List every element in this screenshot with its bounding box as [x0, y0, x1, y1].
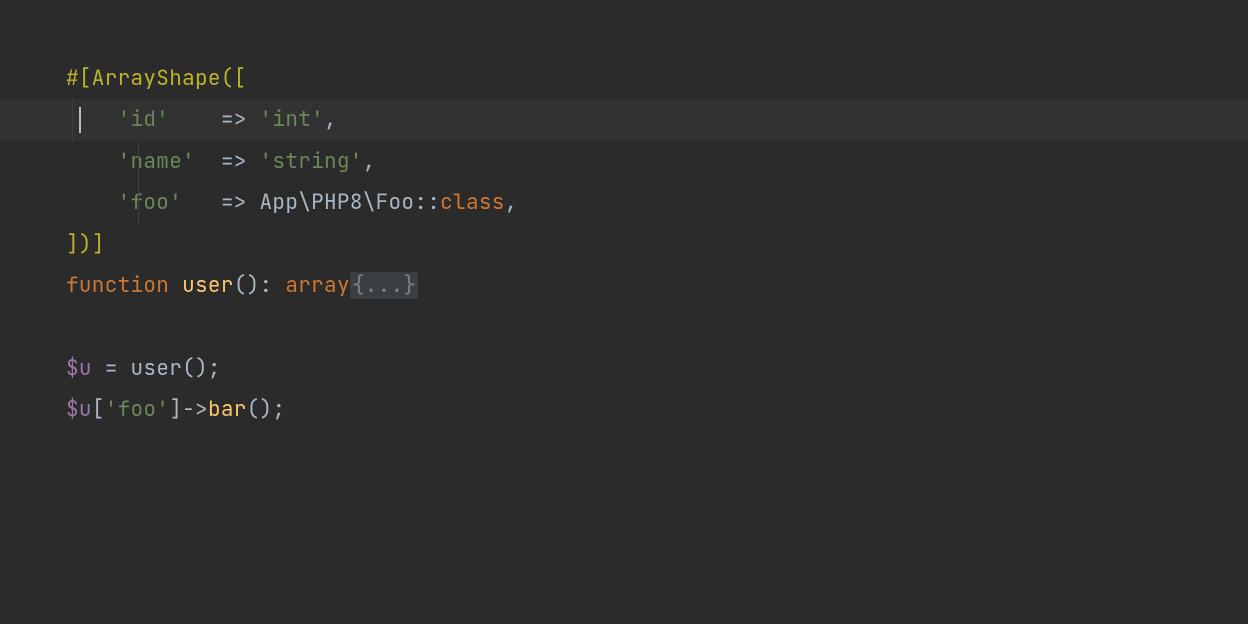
comma: ,: [363, 148, 376, 175]
index-foo: 'foo': [105, 396, 170, 423]
indent-guide: [72, 99, 73, 140]
code-line-8[interactable]: $u = user();: [66, 348, 1248, 389]
assign: =: [92, 355, 131, 382]
array-val-int: 'int': [260, 106, 325, 133]
array-key-id: 'id': [118, 106, 170, 133]
parens: (): [247, 396, 273, 423]
function-keyword: function: [66, 272, 182, 299]
indent: [66, 106, 118, 133]
class-path: App\PHP8\Foo: [260, 189, 415, 216]
class-keyword: class: [440, 189, 505, 216]
attribute-close: ])]: [66, 231, 105, 258]
code-line-6[interactable]: function user(): array{...}: [66, 265, 1248, 306]
arrow-operator: ->: [182, 396, 208, 423]
align-pad: [182, 189, 208, 216]
fat-arrow: =>: [208, 189, 260, 216]
variable-u: $u: [66, 396, 92, 423]
colon: :: [260, 272, 286, 299]
fat-arrow: =>: [208, 148, 260, 175]
code-line-5[interactable]: ])]: [66, 224, 1248, 265]
indent: [66, 148, 118, 175]
align-pad: [169, 106, 208, 133]
code-line-2-current[interactable]: 'id' => 'int',: [0, 99, 1248, 140]
folded-region[interactable]: {...}: [350, 272, 419, 299]
array-val-string: 'string': [260, 148, 363, 175]
semicolon: ;: [208, 355, 221, 382]
code-line-3[interactable]: 'name' => 'string',: [66, 141, 1248, 182]
text-caret: [79, 107, 81, 133]
comma: ,: [505, 189, 518, 216]
method-bar: bar: [208, 396, 247, 423]
indent-guide: [138, 141, 139, 182]
double-colon: ::: [414, 189, 440, 216]
bracket-close: ]: [169, 396, 182, 423]
code-line-4[interactable]: 'foo' => App\PHP8\Foo::class,: [66, 182, 1248, 223]
comma: ,: [324, 106, 337, 133]
fat-arrow: =>: [208, 106, 260, 133]
code-line-9[interactable]: $u['foo']->bar();: [66, 389, 1248, 430]
function-name: user: [182, 272, 234, 299]
indent-guide: [138, 182, 139, 223]
semicolon: ;: [272, 396, 285, 423]
bracket-open: [: [92, 396, 105, 423]
code-line-1[interactable]: #[ArrayShape([: [66, 58, 1248, 99]
attribute-open: #[ArrayShape([: [66, 65, 247, 92]
code-line-blank[interactable]: [66, 306, 1248, 347]
align-pad: [195, 148, 208, 175]
indent: [66, 189, 118, 216]
array-key-name: 'name': [118, 148, 195, 175]
variable-u: $u: [66, 355, 92, 382]
parens: (): [234, 272, 260, 299]
return-type: array: [285, 272, 350, 299]
array-key-foo: 'foo': [118, 189, 183, 216]
user-call: user(): [131, 355, 208, 382]
